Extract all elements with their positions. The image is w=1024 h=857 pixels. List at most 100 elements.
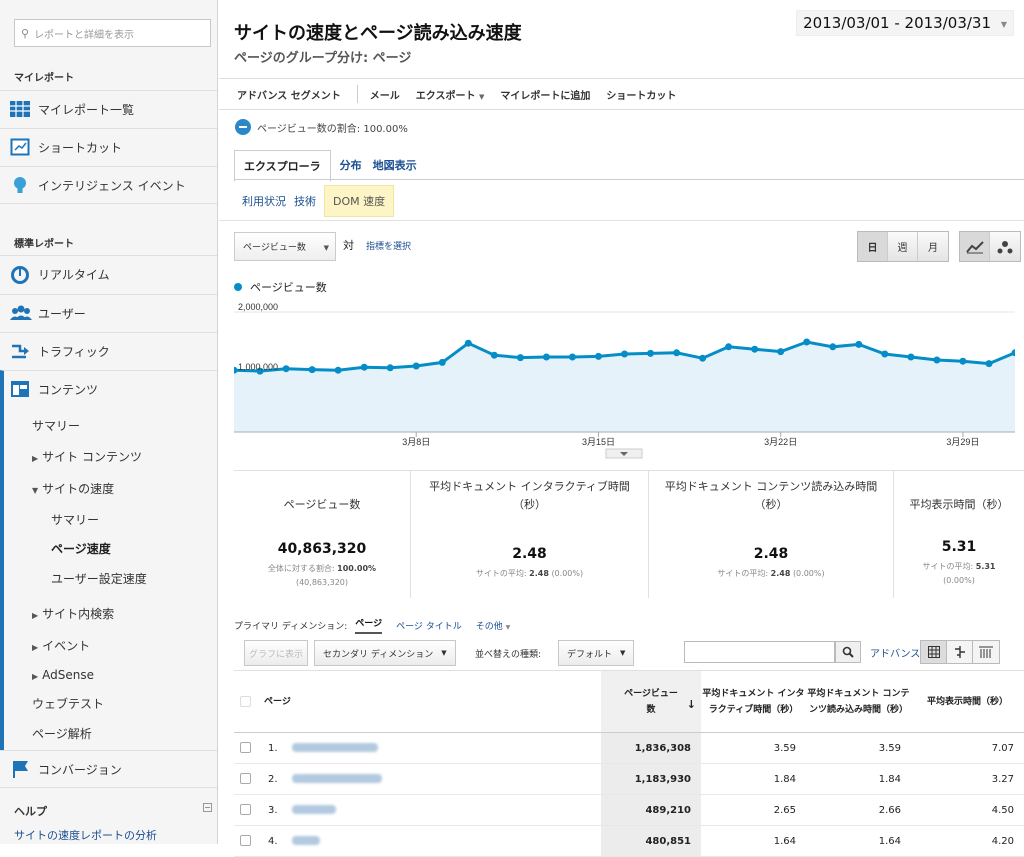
sidebar-sub-summary[interactable]: サマリー — [32, 417, 80, 434]
select-metric-link[interactable]: 指標を選択 — [366, 239, 411, 252]
table-row[interactable]: 4. 480,851 1.64 1.64 4.20 — [234, 825, 1024, 857]
sidebar-sub-inpage[interactable]: ページ解析 — [32, 725, 92, 742]
dom-content-cell: 1.84 — [806, 763, 911, 795]
report-search-input[interactable]: ⚲ レポートと詳細を表示 — [14, 19, 211, 47]
sidebar-sub-site-speed[interactable]: ▼ サイトの速度 — [32, 480, 114, 497]
table-view-icon[interactable] — [921, 641, 947, 663]
chevron-down-icon: ▼ — [620, 649, 626, 657]
help-link[interactable]: サイトの速度レポートの分析 — [14, 827, 157, 843]
row-checkbox[interactable] — [239, 804, 251, 816]
sidebar-item-realtime[interactable]: リアルタイム — [0, 255, 217, 293]
dimension-other[interactable]: その他 ▼ — [476, 619, 511, 632]
segment-toggle-icon[interactable] — [235, 119, 251, 135]
select-all-checkbox[interactable] — [239, 695, 251, 707]
shortcut-button[interactable]: ショートカット — [606, 87, 676, 102]
data-point — [386, 364, 394, 372]
pageviews-cell: 480,851 — [601, 825, 701, 857]
sidebar-sub-site-search[interactable]: ▶ サイト内検索 — [32, 605, 114, 622]
dimension-page[interactable]: ページ — [355, 616, 383, 634]
column-page[interactable]: ページ — [256, 670, 601, 733]
sidebar-sub-speed-summary[interactable]: サマリー — [51, 511, 99, 528]
row-checkbox[interactable] — [239, 835, 251, 847]
sidebar-item-dashboards[interactable]: マイレポート一覧 — [0, 90, 217, 128]
obscured-page-path[interactable] — [291, 743, 378, 752]
column-label: ページビュー数 — [624, 688, 678, 715]
note-value: 100.00% — [337, 564, 377, 573]
data-point — [959, 357, 967, 365]
sidebar-sub-events[interactable]: ▶ イベント — [32, 637, 90, 654]
data-point — [595, 352, 602, 360]
chevron-down-icon: ▼ — [478, 92, 485, 101]
load-time-cell: 4.50 — [911, 794, 1024, 826]
advanced-filter-link[interactable]: アドバンス — [870, 645, 920, 660]
chevron-down-icon: ▼ — [441, 649, 447, 657]
week-button[interactable]: 週 — [888, 232, 918, 261]
content-icon — [10, 380, 30, 400]
active-section-bar — [0, 408, 4, 750]
sidebar-item-traffic[interactable]: トラフィック — [0, 332, 217, 370]
pivot-view-icon[interactable] — [973, 641, 999, 663]
sidebar-item-shortcuts[interactable]: ショートカット — [0, 128, 217, 166]
table-row[interactable]: 2. 1,183,930 1.84 1.84 3.27 — [234, 763, 1024, 795]
sidebar-sub-site-content[interactable]: ▶ サイト コンテンツ — [32, 448, 142, 465]
plot-rows-button[interactable]: グラフに表示 — [244, 640, 309, 666]
month-button[interactable]: 月 — [918, 232, 948, 261]
note-prefix: サイトの平均: — [475, 569, 527, 578]
line-chart-icon[interactable] — [960, 232, 990, 261]
sidebar-item-audience[interactable]: ユーザー — [0, 294, 217, 332]
flag-icon — [10, 759, 30, 779]
sidebar-sub-page-timings[interactable]: ページ速度 — [51, 540, 111, 557]
secondary-dimension-select[interactable]: セカンダリ ディメンション ▼ — [314, 640, 456, 666]
sidebar-sub-user-timings[interactable]: ユーザー設定速度 — [51, 570, 147, 587]
column-pageviews[interactable]: ページビュー数 ↓ — [601, 670, 701, 733]
load-time-cell: 4.20 — [911, 825, 1024, 857]
tab-distribution[interactable]: 分布 — [331, 150, 371, 182]
export-button[interactable]: エクスポート ▼ — [416, 87, 485, 102]
search-icon[interactable] — [835, 641, 861, 663]
sidebar-sub-label: サイトの速度 — [42, 482, 115, 496]
add-to-dashboard-button[interactable]: マイレポートに追加 — [500, 87, 590, 102]
collapse-arrow-icon: ▼ — [32, 486, 39, 495]
row-checkbox[interactable] — [239, 742, 251, 754]
pageviews-cell: 1,183,930 — [601, 763, 701, 795]
date-range-picker[interactable]: 2013/03/01 - 2013/03/31 ▼ — [796, 10, 1014, 36]
tab-explorer[interactable]: エクスプローラ — [234, 150, 331, 182]
sort-type-select[interactable]: デフォルト ▼ — [558, 640, 635, 666]
note-pct: (0.00%) — [792, 569, 825, 578]
sidebar-sub-adsense[interactable]: ▶ AdSense — [32, 668, 94, 682]
dimension-page-title[interactable]: ページ タイトル — [396, 619, 462, 632]
main-content: サイトの速度とページ読み込み速度 ページのグループ分け: ページ 2013/03… — [219, 0, 1024, 857]
scorecard-label: 平均ドキュメント コンテンツ読み込み時間（秒） — [664, 480, 878, 511]
table-row[interactable]: 1. 1,836,308 3.59 3.59 7.07 — [234, 732, 1024, 764]
obscured-page-path[interactable] — [291, 805, 336, 814]
tab-map-overlay[interactable]: 地図表示 — [371, 150, 426, 182]
column-dom-interactive[interactable]: 平均ドキュメント インタラクティブ時間（秒） — [701, 670, 806, 733]
data-point — [490, 351, 498, 359]
obscured-page-path[interactable] — [291, 774, 382, 783]
sidebar-item-label: コンバージョン — [38, 762, 122, 777]
sidebar-item-label: インテリジェンス イベント — [38, 178, 186, 193]
data-point — [568, 353, 576, 361]
sidebar-item-conversions[interactable]: コンバージョン — [0, 750, 217, 788]
select-all-checkbox-cell — [234, 670, 256, 733]
sidebar-sub-experiments[interactable]: ウェブテスト — [32, 695, 104, 712]
sidebar-item-content[interactable]: コンテンツ — [0, 370, 217, 408]
subtab-technical[interactable]: 技術 — [294, 186, 324, 216]
column-load-time[interactable]: 平均表示時間（秒） — [911, 670, 1024, 733]
row-checkbox[interactable] — [239, 773, 251, 785]
email-button[interactable]: メール — [370, 87, 400, 102]
subtab-usage[interactable]: 利用状況 — [234, 186, 294, 216]
motion-chart-icon[interactable] — [990, 232, 1020, 261]
collapse-icon[interactable]: − — [203, 803, 212, 812]
table-row[interactable]: 3. 489,210 2.65 2.66 4.50 — [234, 794, 1024, 826]
y-tick-label: 2,000,000 — [238, 302, 278, 312]
column-dom-content[interactable]: 平均ドキュメント コンテンツ読み込み時間（秒） — [806, 670, 911, 733]
advanced-segments-button[interactable]: アドバンス セグメント — [237, 87, 341, 102]
sidebar-item-intelligence[interactable]: インテリジェンス イベント — [0, 166, 217, 204]
day-button[interactable]: 日 — [858, 232, 888, 261]
comparison-view-icon[interactable] — [947, 641, 973, 663]
metric-select[interactable]: ページビュー数 ▼ — [234, 232, 336, 261]
table-filter-input[interactable] — [684, 641, 835, 663]
subtab-dom-timings[interactable]: DOM 速度 — [324, 185, 395, 217]
sidebar-sub-label: サイト内検索 — [42, 607, 115, 621]
